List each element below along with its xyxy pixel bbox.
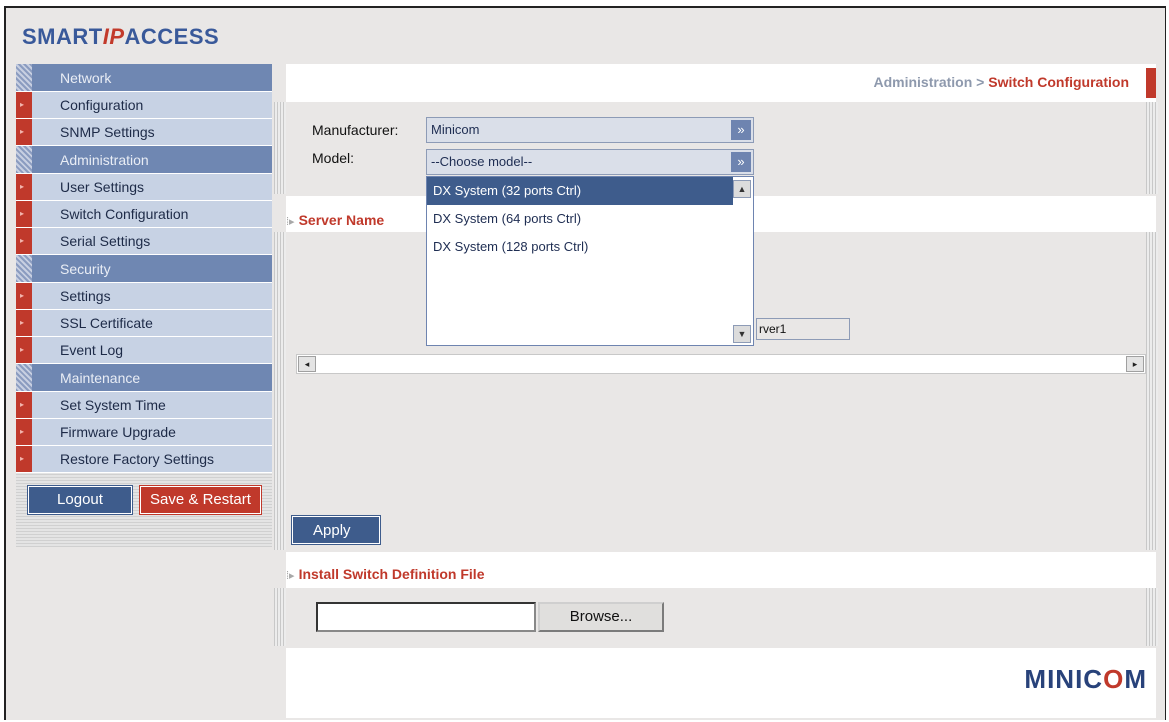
right-stripe: [1146, 102, 1158, 194]
sidebar-item-label: Event Log: [60, 342, 124, 358]
minicom-logo: MINICOM: [1024, 664, 1147, 695]
server-name-title: ⁞▸ Server Name: [286, 212, 384, 228]
sidebar-item-configuration[interactable]: ▸ Configuration: [16, 92, 272, 119]
logo-text-o: O: [1103, 664, 1125, 694]
sidebar-item-event-log[interactable]: ▸ Event Log: [16, 337, 272, 364]
scroll-down-icon[interactable]: ▼: [733, 325, 751, 343]
scroll-left-icon[interactable]: ◂: [298, 356, 316, 372]
sidebar-section-network: Network: [16, 64, 272, 92]
sidebar-section-administration: Administration: [16, 146, 272, 174]
sidebar-item-firmware-upgrade[interactable]: ▸ Firmware Upgrade: [16, 419, 272, 446]
logout-button[interactable]: Logout: [27, 485, 133, 515]
sidebar-item-label: Switch Configuration: [60, 206, 189, 222]
breadcrumb-current: Switch Configuration: [988, 74, 1129, 90]
sidebar-item-serial-settings[interactable]: ▸ Serial Settings: [16, 228, 272, 255]
arrow-icon: ▸: [20, 182, 25, 191]
right-stripe: [1146, 588, 1158, 646]
apply-button[interactable]: Apply: [291, 515, 381, 545]
manufacturer-select[interactable]: Minicom »: [426, 117, 754, 143]
scroll-right-icon[interactable]: ▸: [1126, 356, 1144, 372]
manufacturer-value: Minicom: [431, 122, 480, 137]
arrow-icon: ▸: [20, 427, 25, 436]
arrow-icon: ▸: [20, 400, 25, 409]
model-dropdown-list[interactable]: DX System (32 ports Ctrl) DX System (64 …: [426, 176, 754, 346]
sidebar-item-settings[interactable]: ▸ Settings: [16, 283, 272, 310]
server-name-title-text: Server Name: [298, 212, 385, 228]
arrow-icon: ▸: [20, 100, 25, 109]
manufacturer-label: Manufacturer:: [312, 122, 399, 138]
logo-text-m: M: [1124, 664, 1147, 694]
model-option[interactable]: DX System (32 ports Ctrl): [427, 177, 733, 205]
install-title-text: Install Switch Definition File: [298, 566, 485, 582]
sidebar-item-label: Serial Settings: [60, 233, 151, 249]
scroll-up-icon[interactable]: ▲: [733, 180, 751, 198]
dotted-arrow-icon: ⁞▸: [286, 216, 295, 228]
sidebar-item-label: User Settings: [60, 179, 145, 195]
sidebar-item-label: SSL Certificate: [60, 315, 153, 331]
arrow-icon: ▸: [20, 127, 25, 136]
sidebar-item-label: Restore Factory Settings: [60, 451, 215, 467]
sidebar-item-ssl-certificate[interactable]: ▸ SSL Certificate: [16, 310, 272, 337]
sidebar-section-security: Security: [16, 255, 272, 283]
sidebar-section-maintenance: Maintenance: [16, 364, 272, 392]
sidebar-item-restore-factory-settings[interactable]: ▸ Restore Factory Settings: [16, 446, 272, 473]
install-title: ⁞▸ Install Switch Definition File: [286, 566, 484, 582]
logo-text-ip: IP: [102, 24, 125, 49]
arrow-icon: ▸: [20, 318, 25, 327]
smartipaccess-logo: SMARTIPACCESS: [22, 24, 219, 50]
arrow-icon: ▸: [20, 209, 25, 218]
sidebar-item-label: SNMP Settings: [60, 124, 155, 140]
dotted-arrow-icon: ⁞▸: [286, 570, 295, 582]
sidebar-item-set-system-time[interactable]: ▸ Set System Time: [16, 392, 272, 419]
sidebar-item-user-settings[interactable]: ▸ User Settings: [16, 174, 272, 201]
breadcrumb-parent[interactable]: Administration: [873, 74, 972, 90]
server-name-input[interactable]: rver1: [756, 318, 850, 340]
sidebar-item-label: Set System Time: [60, 397, 166, 413]
arrow-icon: ▸: [20, 291, 25, 300]
model-select[interactable]: --Choose model-- »: [426, 149, 754, 175]
file-path-input[interactable]: [316, 602, 536, 632]
logo-text-smart: SMART: [22, 24, 103, 49]
arrow-icon: ▸: [20, 454, 25, 463]
logo-text-minic: MINIC: [1024, 664, 1104, 694]
sidebar-item-label: Settings: [60, 288, 111, 304]
arrow-icon: ▸: [20, 236, 25, 245]
right-stripe: [1146, 232, 1158, 550]
left-stripe: [274, 588, 286, 646]
sidebar-item-label: Configuration: [60, 97, 144, 113]
model-option[interactable]: DX System (64 ports Ctrl): [427, 205, 753, 233]
double-chevron-icon: »: [731, 152, 751, 172]
sidebar-item-switch-configuration[interactable]: ▸ Switch Configuration: [16, 201, 272, 228]
horizontal-scrollbar[interactable]: ◂ ▸: [296, 354, 1146, 374]
left-stripe: [274, 232, 286, 550]
breadcrumb-tab: [1146, 68, 1156, 98]
breadcrumb: Administration > Switch Configuration: [873, 74, 1129, 90]
sidebar-item-label: Firmware Upgrade: [60, 424, 176, 440]
double-chevron-icon: »: [731, 120, 751, 140]
save-restart-button[interactable]: Save & Restart: [139, 485, 262, 515]
model-option[interactable]: DX System (128 ports Ctrl): [427, 233, 753, 261]
model-label: Model:: [312, 150, 355, 166]
logo-text-access: ACCESS: [124, 24, 220, 49]
breadcrumb-separator: >: [976, 74, 985, 90]
sidebar-actions: Logout Save & Restart: [16, 473, 272, 547]
sidebar-item-snmp-settings[interactable]: ▸ SNMP Settings: [16, 119, 272, 146]
left-stripe: [274, 102, 286, 194]
model-value: --Choose model--: [431, 154, 533, 169]
arrow-icon: ▸: [20, 345, 25, 354]
browse-button[interactable]: Browse...: [538, 602, 664, 632]
sidebar: Network ▸ Configuration ▸ SNMP Settings Ad…: [16, 64, 272, 547]
